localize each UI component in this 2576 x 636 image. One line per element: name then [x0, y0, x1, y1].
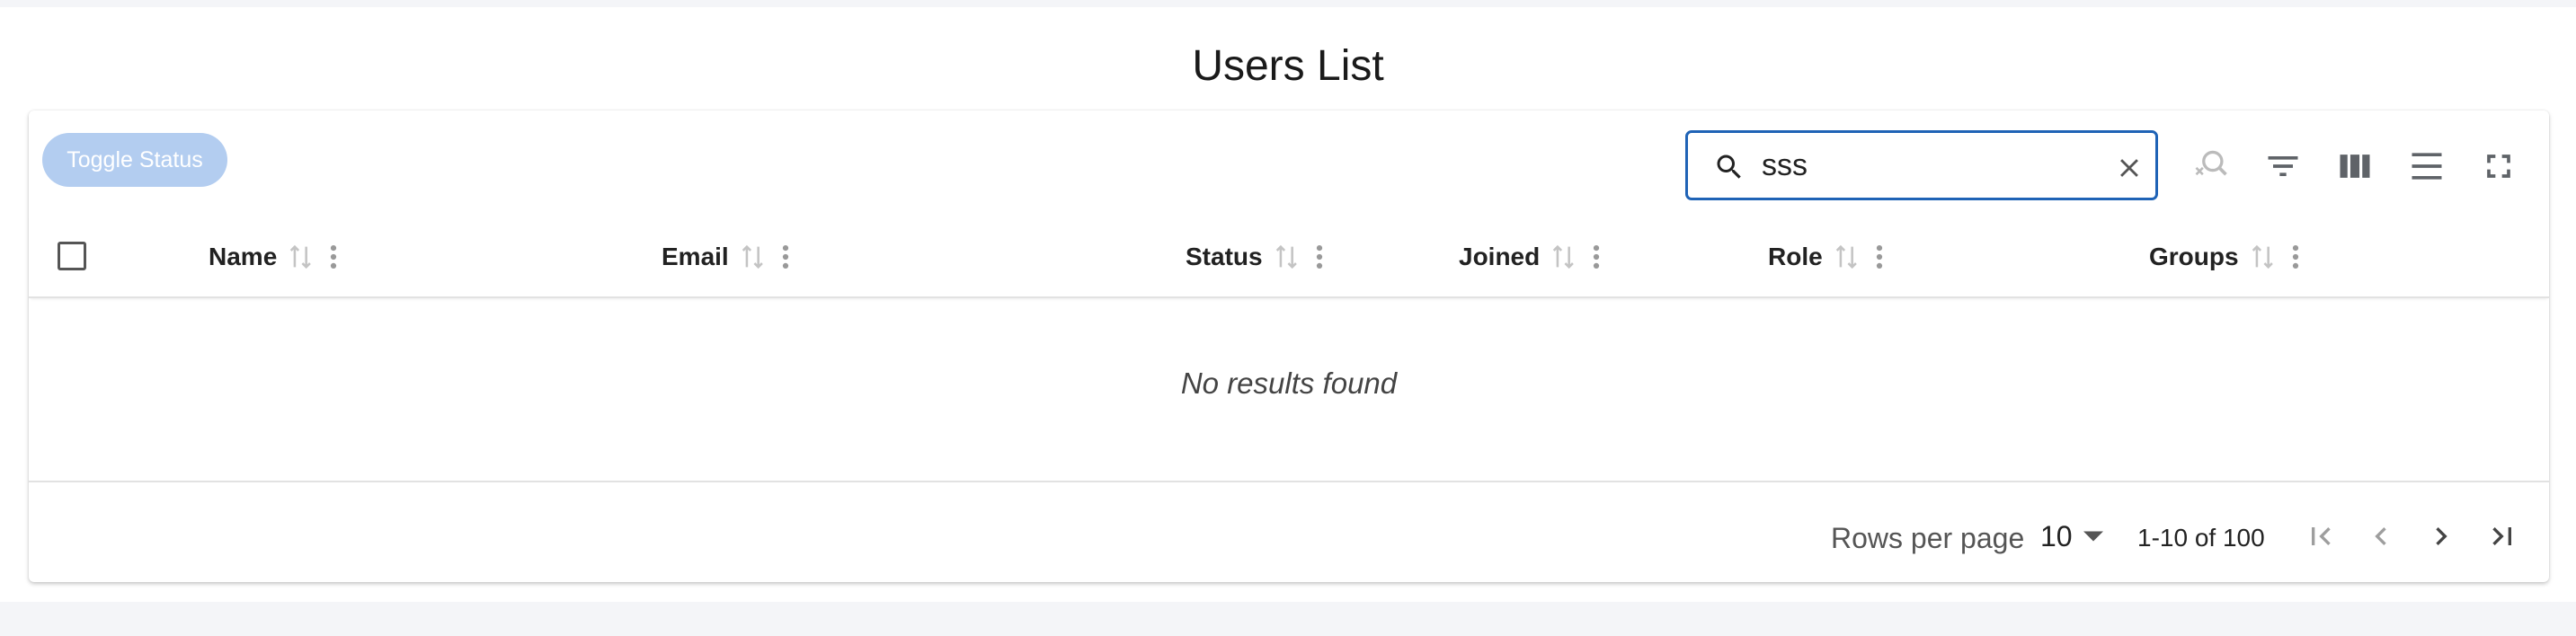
- column-menu-icon[interactable]: [327, 242, 340, 272]
- chevron-down-icon[interactable]: [2083, 530, 2103, 543]
- fullscreen-icon[interactable]: [2479, 146, 2518, 186]
- column-label: Status: [1186, 243, 1263, 270]
- column-header-email[interactable]: Email: [662, 241, 792, 273]
- column-header-joined[interactable]: Joined: [1459, 241, 1603, 273]
- clear-icon[interactable]: [2114, 153, 2145, 183]
- column-menu-icon[interactable]: [779, 242, 792, 272]
- density-icon[interactable]: [2407, 146, 2447, 186]
- column-menu-icon[interactable]: [2289, 242, 2302, 272]
- clear-search-icon[interactable]: [2191, 146, 2231, 186]
- column-header-groups[interactable]: Groups: [2149, 241, 2302, 273]
- columns-icon[interactable]: [2335, 146, 2375, 186]
- page: Users List Toggle Status Name Email: [0, 7, 2576, 602]
- sort-icon[interactable]: [288, 242, 315, 272]
- page-title: Users List: [1192, 42, 1384, 90]
- table-header: Name Email Status Joined Role Groups: [29, 214, 2549, 298]
- column-header-status[interactable]: Status: [1186, 241, 1326, 273]
- column-label: Email: [662, 243, 729, 270]
- users-table-card: Toggle Status Name Email: [29, 110, 2549, 582]
- next-page-icon[interactable]: [2423, 518, 2459, 554]
- column-label: Name: [209, 243, 278, 270]
- filter-icon[interactable]: [2263, 146, 2303, 186]
- column-menu-icon[interactable]: [1873, 242, 1886, 272]
- previous-page-icon[interactable]: [2363, 518, 2399, 554]
- first-page-icon[interactable]: [2303, 518, 2339, 554]
- rows-per-page-label: Rows per page: [1831, 522, 2025, 554]
- column-menu-icon[interactable]: [1590, 242, 1603, 272]
- toggle-status-button[interactable]: Toggle Status: [42, 133, 227, 187]
- last-page-icon[interactable]: [2484, 518, 2520, 554]
- pagination-range: 1-10 of 100: [2137, 524, 2265, 552]
- column-header-role[interactable]: Role: [1768, 241, 1886, 273]
- column-menu-icon[interactable]: [1313, 242, 1326, 272]
- sort-icon[interactable]: [1834, 242, 1861, 272]
- search-icon: [1717, 155, 1741, 179]
- column-label: Groups: [2149, 243, 2239, 270]
- sort-icon[interactable]: [2250, 242, 2277, 272]
- empty-state-message: No results found: [1180, 367, 1398, 400]
- rows-per-page-select[interactable]: 10: [2040, 520, 2073, 553]
- sort-icon[interactable]: [1550, 242, 1577, 272]
- search-input[interactable]: [1762, 147, 2067, 183]
- pagination-bar: Rows per page 10 1-10 of 100: [29, 481, 2549, 582]
- column-label: Joined: [1459, 243, 1541, 270]
- column-label: Role: [1768, 243, 1823, 270]
- select-all-checkbox[interactable]: [58, 242, 86, 270]
- sort-icon[interactable]: [1274, 242, 1301, 272]
- column-header-name[interactable]: Name: [209, 241, 340, 273]
- search-box[interactable]: [1685, 130, 2158, 200]
- sort-icon[interactable]: [740, 242, 767, 272]
